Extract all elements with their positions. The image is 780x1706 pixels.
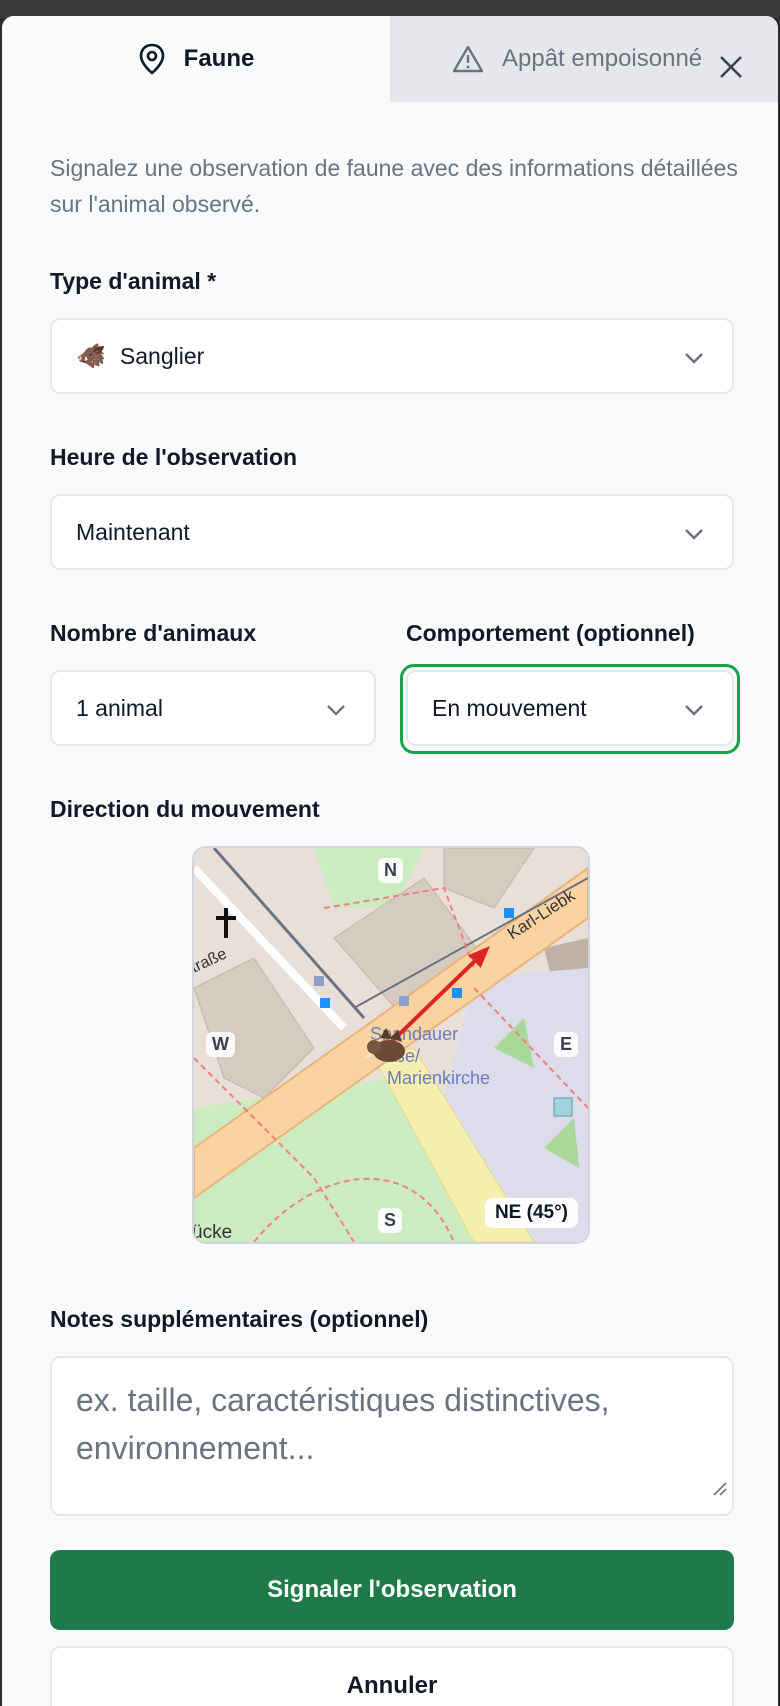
submit-observation-button[interactable]: Signaler l'observation bbox=[50, 1550, 734, 1630]
stop-marker bbox=[314, 976, 324, 986]
stop-marker bbox=[320, 998, 330, 1008]
notes-textarea[interactable]: ex. taille, caractéristiques distinctive… bbox=[50, 1356, 734, 1516]
tab-faune-label: Faune bbox=[183, 45, 255, 72]
direction-map[interactable]: Karl-Liebk traße Spandauer aße/ Marienki… bbox=[192, 846, 590, 1244]
chevron-down-icon bbox=[682, 698, 706, 728]
animal-type-label: Type d'animal * bbox=[50, 268, 217, 294]
cancel-button[interactable]: Annuler bbox=[50, 1646, 734, 1706]
tab-faune[interactable]: Faune bbox=[2, 16, 390, 102]
stop-marker bbox=[504, 908, 514, 918]
animal-count-value: 1 animal bbox=[76, 694, 163, 721]
tab-appat-label: Appât empoisonné bbox=[502, 45, 703, 72]
compass-west: W bbox=[206, 1032, 235, 1057]
observation-time-label: Heure de l'observation bbox=[50, 444, 298, 470]
intro-text: Signalez une observation de faune avec d… bbox=[50, 155, 738, 217]
chevron-down-icon bbox=[682, 346, 706, 376]
warning-triangle-icon bbox=[452, 44, 484, 74]
compass-north: N bbox=[378, 858, 403, 883]
animal-type-select[interactable]: 🐗 Sanglier bbox=[50, 318, 734, 394]
close-icon bbox=[718, 54, 744, 85]
observation-time-value: Maintenant bbox=[76, 518, 190, 545]
compass-east: E bbox=[554, 1032, 579, 1057]
tab-bar: Faune Appât empoisonné bbox=[2, 16, 778, 102]
report-sheet: Faune Appât empoisonné Signalez une obse… bbox=[2, 16, 778, 1706]
stop-marker bbox=[399, 996, 409, 1006]
map-tiles: Karl-Liebk traße Spandauer aße/ Marienki… bbox=[194, 848, 588, 1242]
stop-label: Marienkirche bbox=[387, 1068, 490, 1088]
boar-icon: 🐗 bbox=[76, 342, 106, 370]
resize-handle-icon[interactable] bbox=[712, 1462, 728, 1510]
chevron-down-icon bbox=[324, 698, 348, 728]
fountain bbox=[553, 1097, 573, 1117]
compass-south: S bbox=[378, 1208, 403, 1233]
chevron-down-icon bbox=[682, 522, 706, 552]
animal-count-label: Nombre d'animaux bbox=[50, 620, 257, 646]
behavior-label: Comportement (optionnel) bbox=[406, 620, 695, 646]
stop-marker bbox=[452, 988, 462, 998]
behavior-value: En mouvement bbox=[432, 694, 587, 721]
map-pin-icon bbox=[138, 43, 166, 75]
animal-type-value: Sanglier bbox=[119, 342, 205, 369]
behavior-select[interactable]: En mouvement bbox=[406, 670, 734, 746]
street-label: ücke bbox=[194, 1222, 232, 1242]
close-button[interactable] bbox=[714, 52, 748, 86]
direction-readout: NE (45°) bbox=[484, 1198, 578, 1228]
direction-label: Direction du mouvement bbox=[50, 796, 320, 822]
notes-label: Notes supplémentaires (optionnel) bbox=[50, 1306, 429, 1332]
animal-count-select[interactable]: 1 animal bbox=[50, 670, 376, 746]
notes-placeholder: ex. taille, caractéristiques distinctive… bbox=[76, 1382, 610, 1466]
observation-time-select[interactable]: Maintenant bbox=[50, 494, 734, 570]
